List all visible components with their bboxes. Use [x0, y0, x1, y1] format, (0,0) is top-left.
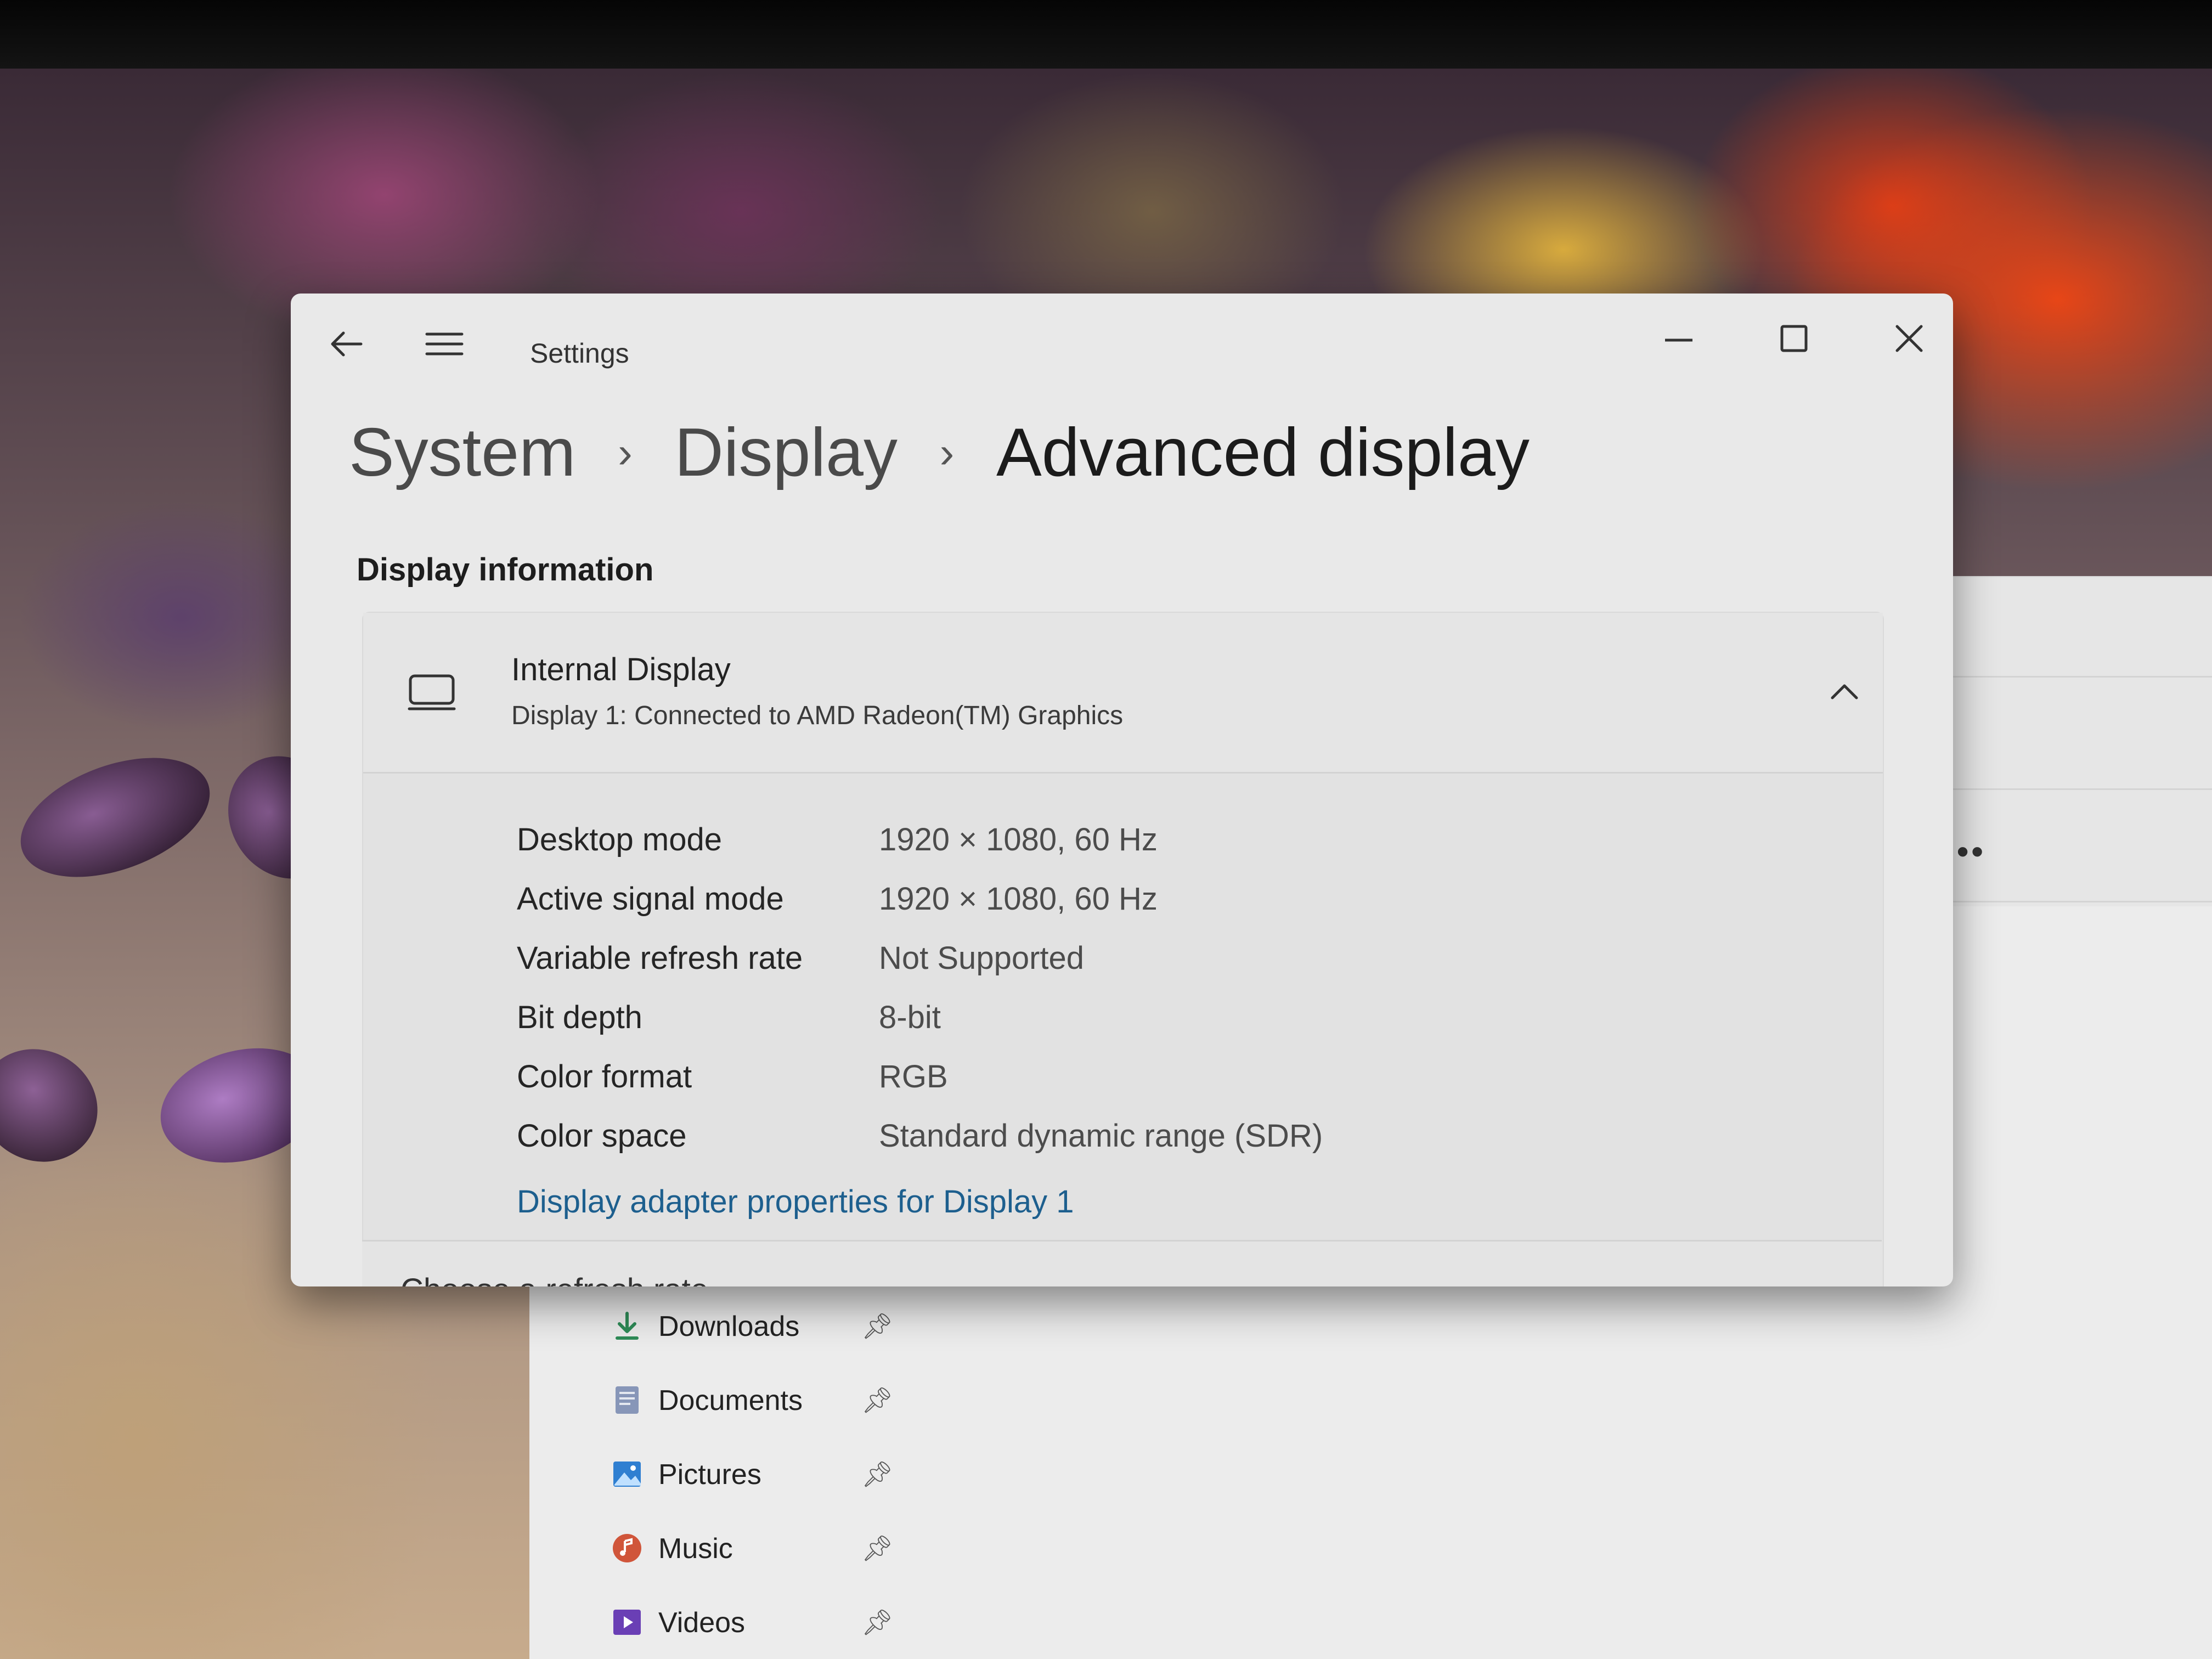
- display-adapter-properties-link[interactable]: Display adapter properties for Display 1: [517, 1183, 1074, 1220]
- quick-access-label: Documents: [658, 1385, 803, 1417]
- chevron-up-icon[interactable]: [1822, 670, 1866, 714]
- property-row-desktop-mode: Desktop mode 1920 × 1080, 60 Hz: [517, 810, 1779, 865]
- videos-icon: [613, 1610, 641, 1635]
- display-info-card: Internal Display Display 1: Connected to…: [362, 612, 1884, 1286]
- close-icon[interactable]: [1882, 315, 1937, 365]
- display-card-header[interactable]: Internal Display Display 1: Connected to…: [363, 613, 1883, 774]
- property-label: Active signal mode: [517, 881, 784, 917]
- breadcrumb-system[interactable]: System: [349, 406, 575, 499]
- quick-access-item-videos[interactable]: Videos 📌︎: [603, 1596, 911, 1657]
- minimize-icon[interactable]: [1651, 315, 1706, 365]
- pin-icon[interactable]: 📌︎: [861, 1533, 893, 1564]
- property-value: 8-bit: [879, 1000, 941, 1035]
- property-label: Bit depth: [517, 1000, 642, 1035]
- wallpaper-petal: [0, 1028, 119, 1183]
- property-value: Standard dynamic range (SDR): [879, 1118, 1323, 1154]
- breadcrumb-display[interactable]: Display: [674, 406, 898, 499]
- pin-icon[interactable]: 📌︎: [861, 1311, 893, 1341]
- display-name: Internal Display: [511, 652, 731, 687]
- title-bar: Settings: [291, 294, 1953, 403]
- app-title: Settings: [530, 338, 629, 369]
- quick-access-item-downloads[interactable]: Downloads 📌︎: [603, 1300, 911, 1361]
- property-value: 1920 × 1080, 60 Hz: [879, 881, 1158, 917]
- toolbar-divider: [1931, 788, 2212, 790]
- quick-access-item-documents[interactable]: Documents 📌︎: [603, 1374, 911, 1435]
- back-arrow-icon[interactable]: [325, 322, 369, 366]
- document-icon: [616, 1386, 639, 1414]
- wallpaper-petal: [4, 735, 226, 900]
- pictures-icon: [613, 1462, 641, 1487]
- quick-access-label: Videos: [658, 1607, 746, 1639]
- pin-icon[interactable]: 📌︎: [861, 1607, 893, 1638]
- quick-access-item-music[interactable]: Music 📌︎: [603, 1522, 911, 1583]
- maximize-icon[interactable]: [1767, 315, 1821, 365]
- pin-icon[interactable]: 📌︎: [861, 1459, 893, 1489]
- property-row-bit-depth: Bit depth 8-bit: [517, 988, 1779, 1043]
- property-value: 1920 × 1080, 60 Hz: [879, 822, 1158, 857]
- toolbar-divider: [1931, 901, 2212, 902]
- property-label: Color space: [517, 1118, 687, 1154]
- pin-icon[interactable]: 📌︎: [861, 1385, 893, 1415]
- quick-access-item-pictures[interactable]: Pictures 📌︎: [603, 1448, 911, 1509]
- breadcrumb: System › Display › Advanced display: [349, 406, 1530, 499]
- monitor-bezel: [0, 0, 2212, 69]
- display-connection: Display 1: Connected to AMD Radeon(TM) G…: [511, 701, 1124, 730]
- chevron-right-icon: ›: [618, 428, 633, 477]
- hamburger-menu-icon[interactable]: [422, 322, 466, 366]
- music-icon: [613, 1534, 641, 1562]
- quick-access-label: Pictures: [658, 1459, 761, 1491]
- page-title: Advanced display: [996, 415, 1530, 490]
- property-row-color-space: Color space Standard dynamic range (SDR): [517, 1107, 1779, 1161]
- property-row-color-format: Color format RGB: [517, 1047, 1779, 1102]
- download-icon: [616, 1312, 639, 1340]
- toolbar-divider: [1931, 676, 2212, 678]
- property-label: Desktop mode: [517, 822, 722, 857]
- property-value: RGB: [879, 1059, 948, 1094]
- quick-access-label: Downloads: [658, 1311, 800, 1342]
- settings-window: Settings System › Display › Advanced display…: [291, 294, 1953, 1286]
- section-title: Display information: [357, 552, 654, 588]
- refresh-rate-card[interactable]: Choose a refresh rate: [362, 1240, 1882, 1286]
- property-value: Not Supported: [879, 940, 1085, 976]
- property-label: Color format: [517, 1059, 692, 1094]
- property-row-active-signal-mode: Active signal mode 1920 × 1080, 60 Hz: [517, 870, 1779, 924]
- property-label: Variable refresh rate: [517, 940, 803, 976]
- refresh-rate-label: Choose a refresh rate: [400, 1272, 708, 1286]
- quick-access-label: Music: [658, 1533, 733, 1565]
- property-row-variable-refresh-rate: Variable refresh rate Not Supported: [517, 929, 1779, 984]
- chevron-right-icon: ›: [939, 428, 955, 477]
- laptop-display-icon: [408, 674, 456, 710]
